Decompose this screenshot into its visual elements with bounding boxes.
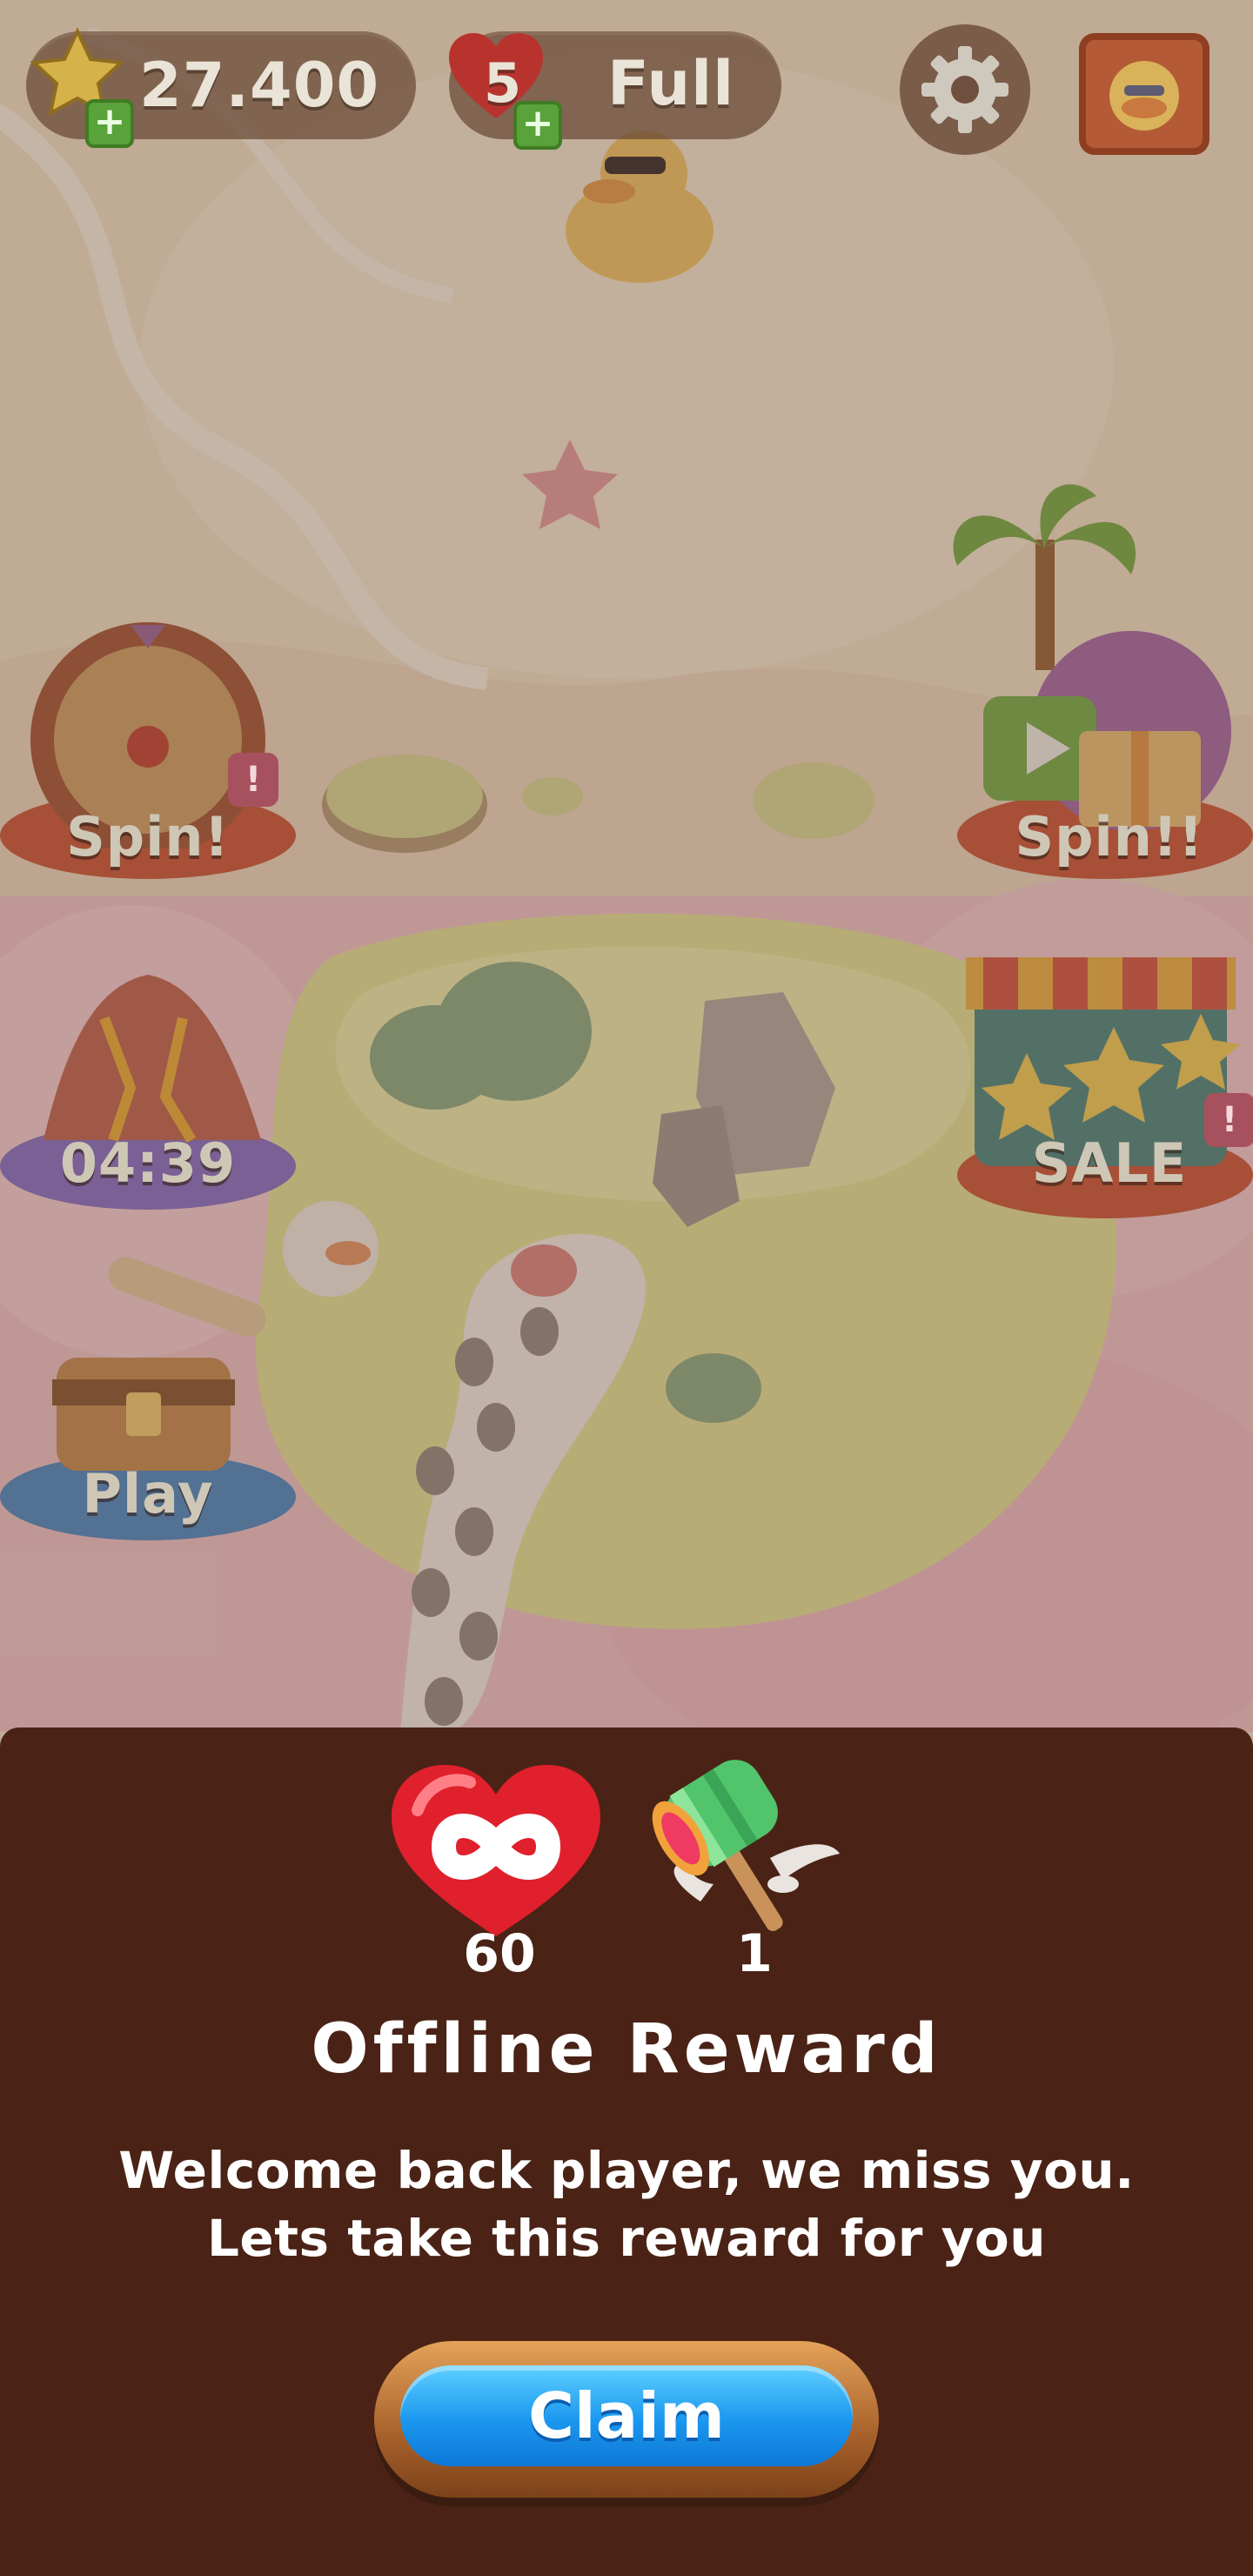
claim-button-label: Claim: [528, 2379, 725, 2452]
profile-avatar-button[interactable]: [1079, 33, 1209, 155]
stars-amount: 27.400: [139, 50, 380, 121]
gear-icon: [921, 46, 1008, 133]
claim-button-face[interactable]: Claim: [400, 2365, 853, 2466]
infinite-heart-icon: [383, 1758, 609, 1945]
settings-button[interactable]: [900, 24, 1030, 155]
reward-title: Offline Reward: [311, 2010, 942, 2089]
claim-button[interactable]: Claim: [374, 2341, 879, 2498]
lives-status: Full: [607, 48, 735, 119]
hearts-reward-count: 60: [463, 1923, 536, 1984]
shop-sale-button[interactable]: SALE: [983, 1131, 1236, 1195]
spin-wheel-notification-badge: !: [228, 753, 278, 807]
reward-message-line1: Welcome back player, we miss you.: [118, 2141, 1135, 2200]
spin-gift-button[interactable]: Spin!!: [983, 805, 1236, 869]
reward-message-line2: Lets take this reward for you: [206, 2209, 1047, 2268]
treasure-play-button[interactable]: Play: [26, 1462, 270, 1526]
spin-wheel-button[interactable]: Spin!: [26, 805, 270, 869]
volcano-event-timer[interactable]: 04:39: [26, 1131, 270, 1195]
add-stars-button[interactable]: +: [85, 99, 134, 148]
sale-notification-badge: !: [1204, 1093, 1253, 1147]
hammer-reward-count: 1: [736, 1923, 773, 1984]
avatar-duck-icon: [1109, 61, 1179, 131]
add-lives-button[interactable]: +: [513, 101, 562, 150]
